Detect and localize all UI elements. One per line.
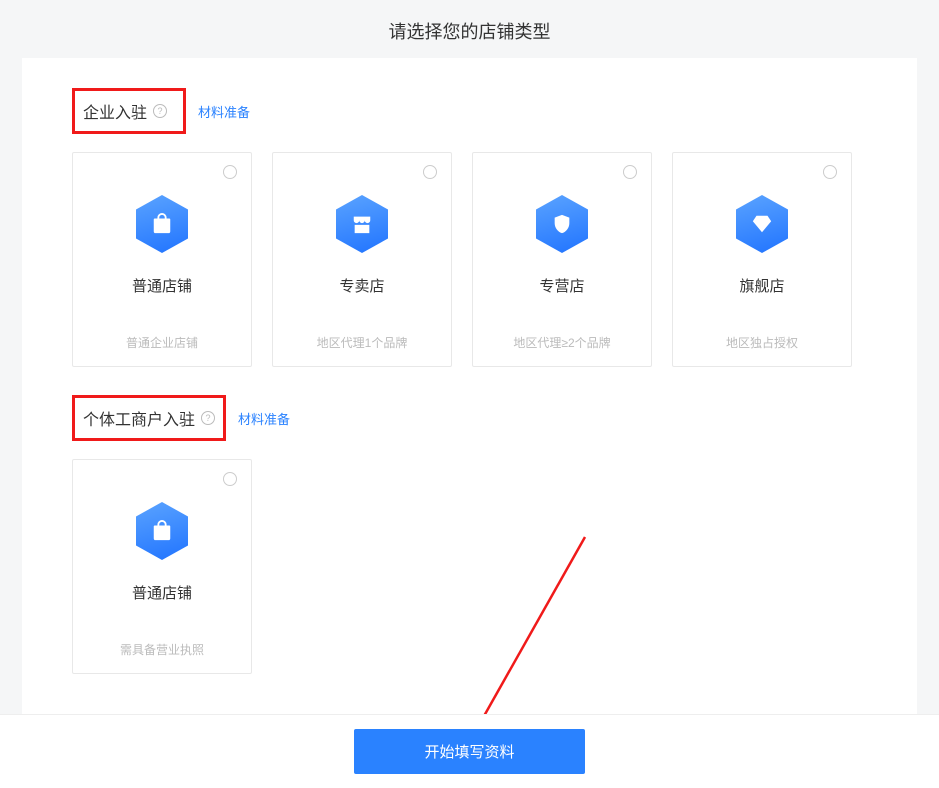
bag-icon <box>151 520 173 542</box>
help-icon[interactable]: ? <box>153 104 167 118</box>
store-icon-bag <box>136 195 188 253</box>
store-card-individual-normal[interactable]: 普通店铺 需具备营业执照 <box>72 459 252 674</box>
store-grid-individual: 普通店铺 需具备营业执照 <box>72 459 867 674</box>
radio-indicator[interactable] <box>223 165 237 179</box>
section-header-individual: 个体工商户入驻 ? 材料准备 <box>72 395 867 441</box>
store-icon-shield <box>536 195 588 253</box>
radio-indicator[interactable] <box>823 165 837 179</box>
store-grid-enterprise: 普通店铺 普通企业店铺 专卖店 地区代理1个品牌 专营店 地区代理≥2个品牌 旗… <box>72 152 867 367</box>
store-name: 专卖店 <box>339 275 384 296</box>
section-title-highlight: 企业入驻 ? <box>72 88 186 134</box>
store-icon-store <box>336 195 388 253</box>
radio-indicator[interactable] <box>223 472 237 486</box>
materials-link-individual[interactable]: 材料准备 <box>238 409 290 428</box>
section-title-enterprise: 企业入驻 <box>83 99 147 123</box>
store-name: 普通店铺 <box>132 582 192 603</box>
store-card-normal[interactable]: 普通店铺 普通企业店铺 <box>72 152 252 367</box>
store-card-flagship[interactable]: 旗舰店 地区独占授权 <box>672 152 852 367</box>
diamond-icon <box>751 213 773 235</box>
store-name: 普通店铺 <box>132 275 192 296</box>
store-desc: 地区代理≥2个品牌 <box>513 334 610 351</box>
store-desc: 地区独占授权 <box>726 334 798 351</box>
store-desc: 普通企业店铺 <box>126 334 198 351</box>
bag-icon <box>151 213 173 235</box>
submit-button[interactable]: 开始填写资料 <box>354 729 584 774</box>
store-name: 旗舰店 <box>739 275 784 296</box>
radio-indicator[interactable] <box>423 165 437 179</box>
materials-link-enterprise[interactable]: 材料准备 <box>198 102 250 121</box>
store-card-franchise[interactable]: 专营店 地区代理≥2个品牌 <box>472 152 652 367</box>
radio-indicator[interactable] <box>623 165 637 179</box>
section-header-enterprise: 企业入驻 ? 材料准备 <box>72 88 867 134</box>
store-desc: 需具备营业执照 <box>120 641 204 658</box>
section-title-individual: 个体工商户入驻 <box>83 406 195 430</box>
store-card-specialty[interactable]: 专卖店 地区代理1个品牌 <box>272 152 452 367</box>
help-icon[interactable]: ? <box>201 411 215 425</box>
shield-icon <box>551 213 573 235</box>
store-icon <box>351 213 373 235</box>
store-desc: 地区代理1个品牌 <box>317 334 408 351</box>
store-icon-diamond <box>736 195 788 253</box>
section-title-highlight: 个体工商户入驻 ? <box>72 395 226 441</box>
store-name: 专营店 <box>539 275 584 296</box>
bottom-action-bar: 开始填写资料 <box>0 714 939 788</box>
page-title: 请选择您的店铺类型 <box>0 0 939 58</box>
store-icon-bag <box>136 502 188 560</box>
main-panel: 企业入驻 ? 材料准备 普通店铺 普通企业店铺 专卖店 地区代理1个品牌 <box>22 58 917 722</box>
